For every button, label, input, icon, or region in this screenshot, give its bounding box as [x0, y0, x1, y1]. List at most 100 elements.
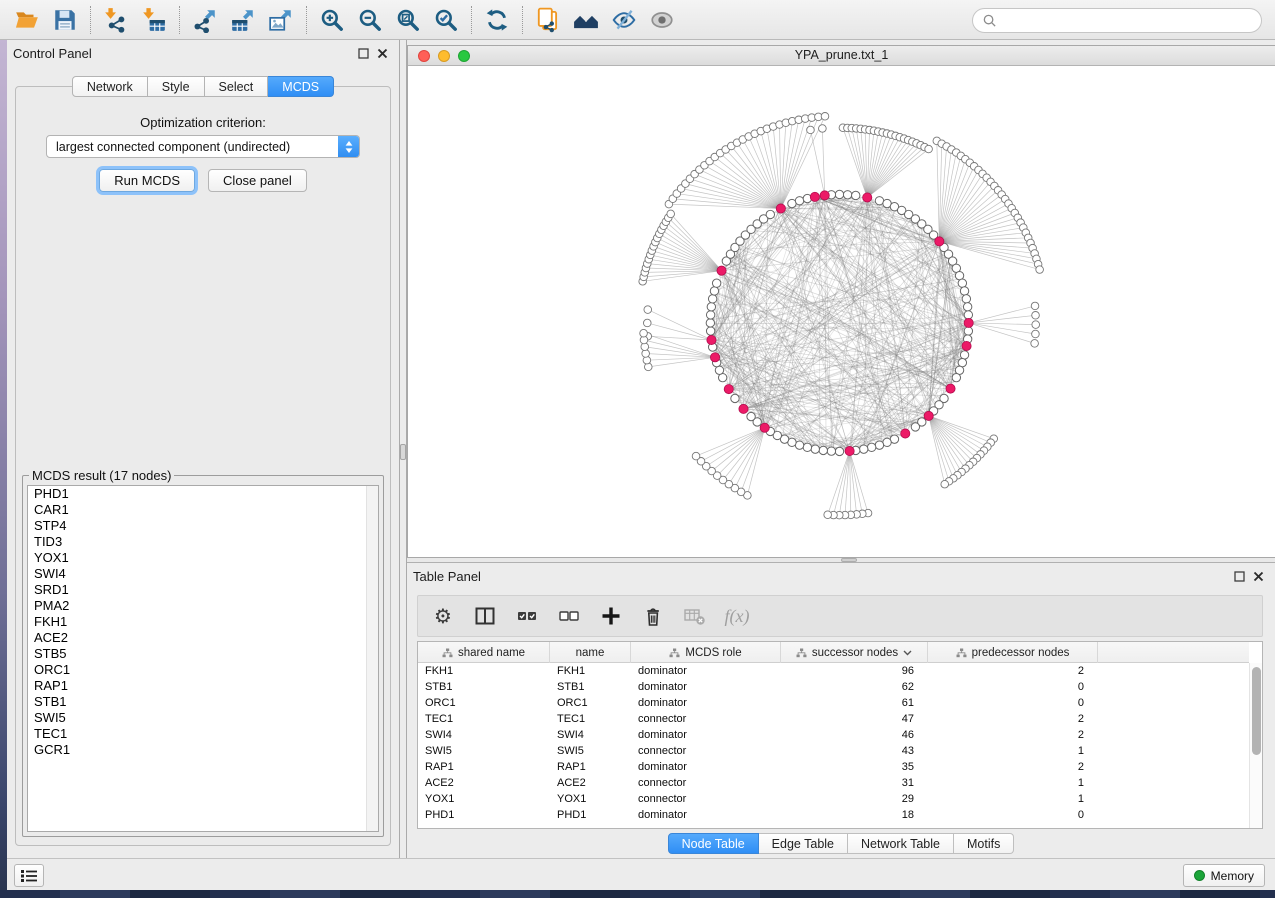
- network-node[interactable]: [911, 423, 919, 431]
- vertical-splitter-handle[interactable]: [400, 444, 406, 460]
- table-scrollbar[interactable]: [1249, 663, 1262, 828]
- cell-successor-nodes[interactable]: 29: [781, 793, 928, 805]
- mcds-node[interactable]: [760, 423, 769, 432]
- network-node[interactable]: [1032, 330, 1040, 338]
- criterion-dropdown[interactable]: largest connected component (undirected): [46, 135, 360, 158]
- table-row[interactable]: SWI5SWI5connector431: [418, 743, 1249, 759]
- cell-shared-name[interactable]: YOX1: [418, 793, 550, 805]
- mcds-result-item[interactable]: TEC1: [28, 726, 378, 742]
- show-all-button[interactable]: [643, 4, 681, 36]
- table-row[interactable]: ORC1ORC1dominator610: [418, 695, 1249, 711]
- close-panel-icon[interactable]: [1253, 571, 1264, 582]
- network-node[interactable]: [821, 113, 829, 121]
- mcds-node[interactable]: [820, 191, 829, 200]
- network-node[interactable]: [964, 311, 972, 319]
- table-row[interactable]: SWI4SWI4dominator462: [418, 727, 1249, 743]
- cell-name[interactable]: TEC1: [550, 713, 631, 725]
- mcds-result-item[interactable]: PHD1: [28, 486, 378, 502]
- network-node[interactable]: [941, 480, 949, 488]
- cell-successor-nodes[interactable]: 96: [781, 665, 928, 677]
- network-node[interactable]: [964, 327, 972, 335]
- column-header-mcds-role[interactable]: MCDS role: [631, 642, 781, 663]
- cell-mcds-role[interactable]: dominator: [631, 665, 781, 677]
- network-node[interactable]: [960, 351, 968, 359]
- close-panel-button[interactable]: Close panel: [208, 169, 307, 192]
- mcds-result-item[interactable]: ORC1: [28, 662, 378, 678]
- mcds-result-item[interactable]: GCR1: [28, 742, 378, 758]
- mcds-result-item[interactable]: TID3: [28, 534, 378, 550]
- mcds-result-item[interactable]: SWI5: [28, 710, 378, 726]
- network-node[interactable]: [706, 311, 714, 319]
- delete-table-button[interactable]: [684, 605, 706, 627]
- table-scrollbar-thumb[interactable]: [1252, 667, 1261, 755]
- mcds-result-item[interactable]: ACE2: [28, 630, 378, 646]
- mcds-node[interactable]: [901, 429, 910, 438]
- network-node[interactable]: [958, 279, 966, 287]
- cell-name[interactable]: ACE2: [550, 777, 631, 789]
- cell-predecessor-nodes[interactable]: 2: [928, 729, 1098, 741]
- cell-predecessor-nodes[interactable]: 0: [928, 809, 1098, 821]
- cell-name[interactable]: SWI4: [550, 729, 631, 741]
- network-canvas[interactable]: [408, 66, 1275, 557]
- network-node[interactable]: [706, 319, 714, 327]
- mcds-result-list[interactable]: PHD1CAR1STP4TID3YOX1SWI4SRD1PMA2FKH1ACE2…: [27, 485, 379, 832]
- cell-mcds-role[interactable]: connector: [631, 713, 781, 725]
- cell-predecessor-nodes[interactable]: 2: [928, 665, 1098, 677]
- network-node[interactable]: [824, 511, 832, 519]
- cell-name[interactable]: ORC1: [550, 697, 631, 709]
- save-session-button[interactable]: [46, 4, 84, 36]
- first-neighbors-button[interactable]: [567, 4, 605, 36]
- network-node[interactable]: [692, 452, 700, 460]
- task-history-button[interactable]: [14, 864, 44, 887]
- network-node[interactable]: [706, 327, 714, 335]
- table-row[interactable]: STB1STB1dominator620: [418, 679, 1249, 695]
- tab-select[interactable]: Select: [205, 76, 269, 97]
- network-node[interactable]: [803, 443, 811, 451]
- mcds-result-item[interactable]: RAP1: [28, 678, 378, 694]
- hide-selected-button[interactable]: [605, 4, 643, 36]
- delete-column-button[interactable]: [642, 605, 664, 627]
- mcds-result-item[interactable]: PMA2: [28, 598, 378, 614]
- network-node[interactable]: [827, 447, 835, 455]
- mcds-node[interactable]: [964, 318, 973, 327]
- zoom-fit-button[interactable]: [389, 4, 427, 36]
- tab-motifs[interactable]: Motifs: [954, 833, 1014, 854]
- mcds-node[interactable]: [924, 411, 933, 420]
- tab-mcds[interactable]: MCDS: [268, 76, 334, 97]
- select-all-button[interactable]: [516, 605, 538, 627]
- table-row[interactable]: TEC1TEC1connector472: [418, 711, 1249, 727]
- cell-shared-name[interactable]: STB1: [418, 681, 550, 693]
- cell-predecessor-nodes[interactable]: 0: [928, 697, 1098, 709]
- table-settings-button[interactable]: ⚙: [432, 605, 454, 627]
- network-node[interactable]: [960, 287, 968, 295]
- cell-name[interactable]: FKH1: [550, 665, 631, 677]
- cell-successor-nodes[interactable]: 35: [781, 761, 928, 773]
- mcds-result-scrollbar[interactable]: [366, 486, 378, 831]
- cell-successor-nodes[interactable]: 31: [781, 777, 928, 789]
- mcds-result-item[interactable]: STB1: [28, 694, 378, 710]
- search-input[interactable]: [997, 11, 1261, 31]
- network-node[interactable]: [860, 445, 868, 453]
- cell-name[interactable]: PHD1: [550, 809, 631, 821]
- column-header-successor-nodes[interactable]: successor nodes: [781, 642, 928, 663]
- cell-successor-nodes[interactable]: 18: [781, 809, 928, 821]
- mcds-result-item[interactable]: STP4: [28, 518, 378, 534]
- cell-mcds-role[interactable]: dominator: [631, 681, 781, 693]
- zoom-out-button[interactable]: [351, 4, 389, 36]
- cell-mcds-role[interactable]: dominator: [631, 729, 781, 741]
- network-node[interactable]: [1032, 321, 1040, 329]
- mcds-node[interactable]: [845, 446, 854, 455]
- mcds-result-item[interactable]: CAR1: [28, 502, 378, 518]
- import-table-button[interactable]: [135, 4, 173, 36]
- cell-shared-name[interactable]: RAP1: [418, 761, 550, 773]
- network-window-titlebar[interactable]: YPA_prune.txt_1: [408, 46, 1275, 66]
- cell-predecessor-nodes[interactable]: 2: [928, 713, 1098, 725]
- mcds-node[interactable]: [863, 193, 872, 202]
- table-row[interactable]: YOX1YOX1connector291: [418, 791, 1249, 807]
- memory-button[interactable]: Memory: [1183, 864, 1265, 887]
- cell-successor-nodes[interactable]: 62: [781, 681, 928, 693]
- import-network-button[interactable]: [97, 4, 135, 36]
- mcds-result-item[interactable]: STB5: [28, 646, 378, 662]
- network-node[interactable]: [852, 191, 860, 199]
- cell-predecessor-nodes[interactable]: 2: [928, 761, 1098, 773]
